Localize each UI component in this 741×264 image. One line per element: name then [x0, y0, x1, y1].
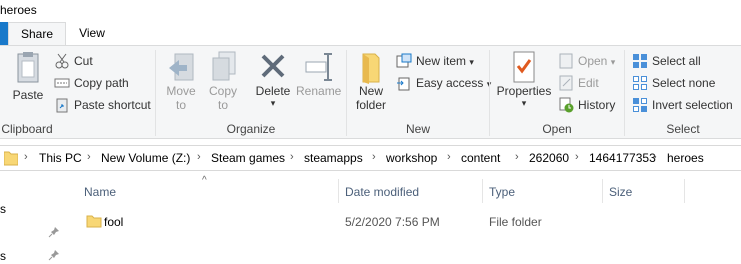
- edit-button[interactable]: Edit: [558, 73, 599, 93]
- tab-view[interactable]: View: [66, 22, 118, 45]
- chevron-right-icon[interactable]: ›: [372, 151, 376, 163]
- title-bar: heroes: [0, 0, 741, 22]
- chevron-right-icon[interactable]: ›: [197, 151, 201, 163]
- breadcrumb-heroes[interactable]: heroes: [667, 151, 704, 165]
- select-all-icon: [632, 53, 648, 69]
- paste-shortcut-icon: [54, 97, 70, 113]
- new-group-label: New: [405, 122, 430, 136]
- chevron-right-icon[interactable]: ›: [653, 151, 657, 163]
- invert-selection-icon: [632, 97, 648, 113]
- history-button[interactable]: History: [558, 95, 615, 115]
- properties-icon: [508, 50, 540, 84]
- ribbon: Paste Cut Copy path Paste shortcut Clipb…: [0, 45, 741, 139]
- tab-file[interactable]: [0, 22, 8, 45]
- column-divider[interactable]: [684, 179, 685, 203]
- organize-group-label: Organize: [226, 122, 276, 136]
- pin-icon[interactable]: [48, 226, 60, 241]
- chevron-right-icon[interactable]: ›: [290, 151, 294, 163]
- row-type: File folder: [489, 215, 542, 229]
- open-group-label: Open: [542, 122, 572, 136]
- properties-button[interactable]: Properties ▾: [496, 50, 552, 109]
- column-header-date[interactable]: Date modified: [345, 185, 419, 199]
- breadcrumb-262060[interactable]: 262060: [529, 151, 569, 165]
- column-header-type[interactable]: Type: [489, 185, 515, 199]
- table-row[interactable]: fool 5/2/2020 7:56 PM File folder: [80, 211, 700, 233]
- breadcrumb-1464177353[interactable]: 1464177353: [589, 151, 656, 165]
- breadcrumb-new-volume[interactable]: New Volume (Z:): [101, 151, 190, 165]
- column-divider[interactable]: [602, 179, 603, 203]
- paste-button[interactable]: Paste: [10, 50, 46, 102]
- invert-selection-button[interactable]: Invert selection: [632, 95, 733, 115]
- breadcrumb-content[interactable]: content: [461, 151, 500, 165]
- rename-icon: [302, 50, 334, 84]
- paste-shortcut-button[interactable]: Paste shortcut: [54, 95, 151, 115]
- new-folder-button[interactable]: New folder: [352, 50, 390, 112]
- nav-item[interactable]: s: [0, 202, 6, 216]
- tab-share[interactable]: Share: [8, 22, 66, 45]
- easy-access-button[interactable]: Easy access ▾: [396, 73, 491, 93]
- row-name: fool: [104, 215, 124, 229]
- scissors-icon: [54, 53, 70, 69]
- column-header-name[interactable]: Name: [84, 185, 116, 199]
- breadcrumb-steamapps[interactable]: steamapps: [304, 151, 363, 165]
- chevron-right-icon[interactable]: ›: [447, 151, 451, 163]
- address-bar[interactable]: › This PC › New Volume (Z:) › Steam game…: [0, 145, 741, 171]
- pin-icon[interactable]: [48, 249, 60, 264]
- window-title: heroes: [0, 3, 37, 17]
- new-folder-icon: [355, 50, 387, 84]
- copy-path-button[interactable]: Copy path: [54, 73, 129, 93]
- move-to-icon: [165, 50, 197, 84]
- column-header-size[interactable]: Size: [609, 185, 632, 199]
- file-list-area: ^ Name Date modified Type Size s s fool …: [0, 171, 741, 264]
- clipboard-icon: [12, 50, 44, 84]
- chevron-right-icon[interactable]: ›: [87, 151, 91, 163]
- paste-label: Paste: [12, 88, 44, 102]
- folder-icon: [86, 213, 102, 232]
- move-to-button[interactable]: Move to: [162, 50, 200, 112]
- select-none-icon: [632, 75, 648, 91]
- breadcrumb-steam-games[interactable]: Steam games: [211, 151, 285, 165]
- delete-button[interactable]: Delete ▾: [252, 50, 294, 109]
- clipboard-group-label: Clipboard: [1, 122, 53, 136]
- new-item-button[interactable]: New item ▾: [396, 51, 474, 71]
- copy-to-icon: [207, 50, 239, 84]
- chevron-right-icon[interactable]: ›: [575, 151, 579, 163]
- breadcrumb-workshop[interactable]: workshop: [386, 151, 437, 165]
- sort-up-icon: ^: [202, 175, 207, 186]
- folder-icon: [3, 150, 19, 169]
- select-none-button[interactable]: Select none: [632, 73, 715, 93]
- column-divider[interactable]: [482, 179, 483, 203]
- row-date: 5/2/2020 7:56 PM: [345, 215, 440, 229]
- copy-path-icon: [54, 75, 70, 91]
- select-group-label: Select: [666, 122, 700, 136]
- new-item-icon: [396, 53, 412, 69]
- chevron-right-icon: ›: [24, 151, 28, 163]
- open-button[interactable]: Open ▾: [558, 51, 615, 71]
- rename-button[interactable]: Rename: [296, 50, 341, 98]
- cut-button[interactable]: Cut: [54, 51, 93, 71]
- copy-to-button[interactable]: Copy to: [204, 50, 242, 112]
- column-divider[interactable]: [338, 179, 339, 203]
- select-all-button[interactable]: Select all: [632, 51, 701, 71]
- delete-x-icon: [257, 50, 289, 84]
- history-icon: [558, 97, 574, 113]
- edit-icon: [558, 75, 574, 91]
- ribbon-tabs: Share View: [0, 22, 741, 45]
- easy-access-icon: [396, 75, 412, 91]
- open-icon: [558, 53, 574, 69]
- breadcrumb-this-pc[interactable]: This PC: [39, 151, 82, 165]
- chevron-right-icon[interactable]: ›: [515, 151, 519, 163]
